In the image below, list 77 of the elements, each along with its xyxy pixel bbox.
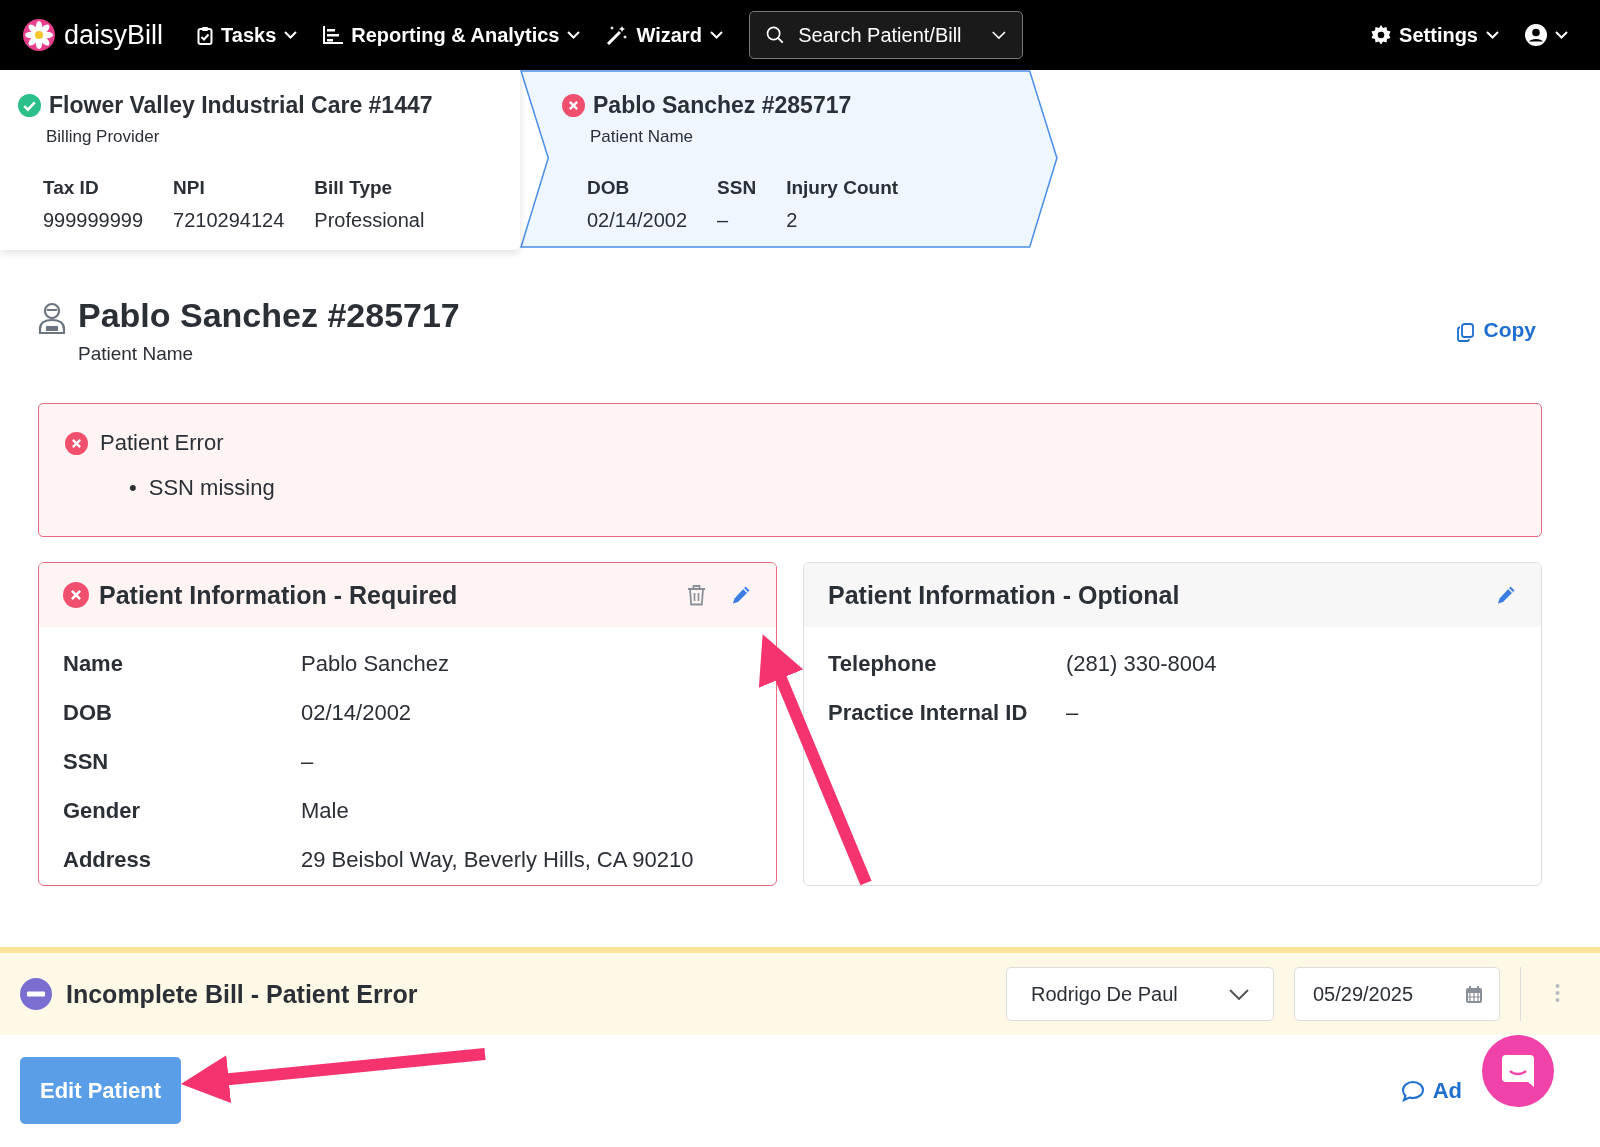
field-label: Address <box>63 846 153 873</box>
trash-icon[interactable] <box>687 584 706 606</box>
field-label: NPI <box>173 177 206 199</box>
copy-icon <box>1456 323 1474 342</box>
clipboard-icon <box>197 25 214 45</box>
field-value: 7210294124 <box>173 209 285 232</box>
field-label: Gender <box>63 797 142 824</box>
field-label: Name <box>63 650 124 677</box>
chevron-down-icon <box>709 31 723 39</box>
field-label: SSN <box>63 748 110 775</box>
field-label: DOB <box>587 177 631 199</box>
breadcrumb-title: Flower Valley Industrial Care #1447 <box>49 92 433 119</box>
minus-circle-icon <box>20 978 52 1010</box>
edit-pencil-icon[interactable] <box>1495 584 1517 606</box>
field-value: – <box>301 748 314 775</box>
field-label: Tax ID <box>43 177 100 199</box>
field-value: Pablo Sanchez <box>301 650 449 677</box>
chevron-down-icon <box>567 31 581 39</box>
copy-button[interactable]: Copy <box>1450 316 1542 343</box>
chevron-down-icon <box>992 30 1006 40</box>
settings-menu[interactable]: Settings <box>1361 17 1509 53</box>
breadcrumb-subtitle: Patient Name <box>590 127 694 147</box>
field-value: – <box>1066 699 1079 726</box>
bullet: • <box>129 474 137 502</box>
chat-icon <box>1500 1053 1536 1089</box>
field-value: (281) 330-8004 <box>1066 650 1217 677</box>
chevron-down-icon <box>1486 31 1499 39</box>
chevron-down-icon <box>1229 988 1249 1000</box>
field-value: Professional <box>314 209 425 232</box>
settings-icon <box>1371 25 1392 45</box>
error-circle-icon <box>562 94 585 117</box>
field-value: 29 Beisbol Way, Beverly Hills, CA 90210 <box>301 846 694 873</box>
assignee-dropdown[interactable]: Rodrigo De Paul <box>1006 967 1274 1021</box>
daisy-logo-icon <box>22 18 56 52</box>
field-value: – <box>717 209 730 232</box>
bill-status: Incomplete Bill - Patient Error <box>66 979 418 1009</box>
field-value: 2 <box>786 209 799 232</box>
breadcrumb-step[interactable]: Flower Valley Industrial Care #1447 Billing Provider Tax ID 999999999 NPI 7210294124 Bill Type Professional <box>0 70 520 250</box>
nav-menu[interactable]: Reporting & Analytics <box>313 17 591 53</box>
field-value: Male <box>301 797 349 824</box>
search-box[interactable]: Search Patient/Bill <box>748 11 1023 59</box>
chevron-down-icon <box>1555 31 1568 39</box>
date-field[interactable]: 05/29/2025 <box>1294 967 1500 1021</box>
edit-pencil-icon[interactable] <box>730 584 752 606</box>
field-value: 02/14/2002 <box>301 699 412 726</box>
page-title: Pablo Sanchez #285717 <box>78 296 460 335</box>
field-label: Bill Type <box>314 177 394 199</box>
field-label: Injury Count <box>786 177 899 199</box>
error-circle-icon <box>65 431 88 455</box>
patient-icon <box>38 302 66 334</box>
nav-menu[interactable]: Wizard <box>596 17 733 53</box>
error-circle-icon <box>63 582 89 608</box>
magic-wand-icon <box>606 25 629 45</box>
field-value: 999999999 <box>43 209 144 232</box>
page-subtitle: Patient Name <box>78 343 195 365</box>
brand-name[interactable]: daisyBill <box>64 19 164 51</box>
error-item: SSN missing <box>148 474 275 502</box>
card-title: Patient Information - Required <box>99 580 458 610</box>
breadcrumb-subtitle: Billing Provider <box>46 127 161 147</box>
calendar-icon <box>1465 984 1483 1004</box>
chart-icon <box>323 26 344 44</box>
field-value: 02/14/2002 <box>587 209 688 232</box>
breadcrumb-title: Pablo Sanchez #285717 <box>593 92 852 119</box>
nav-menu[interactable]: Tasks <box>187 17 308 53</box>
add-link[interactable]: Ad <box>1400 1077 1462 1104</box>
field-label: SSN <box>717 177 757 199</box>
user-avatar-icon <box>1525 24 1547 46</box>
field-label: DOB <box>63 699 113 726</box>
field-label: Practice Internal ID <box>828 699 1029 726</box>
card-title: Patient Information - Optional <box>828 580 1180 610</box>
more-vertical-icon <box>1555 982 1560 1003</box>
speech-bubble-icon <box>1400 1079 1425 1102</box>
check-circle-icon <box>18 94 41 117</box>
alert-title: Patient Error <box>100 430 224 456</box>
field-label: Telephone <box>828 650 938 677</box>
chevron-down-icon <box>284 31 298 39</box>
search-field[interactable]: Search Patient/Bill <box>796 22 981 48</box>
